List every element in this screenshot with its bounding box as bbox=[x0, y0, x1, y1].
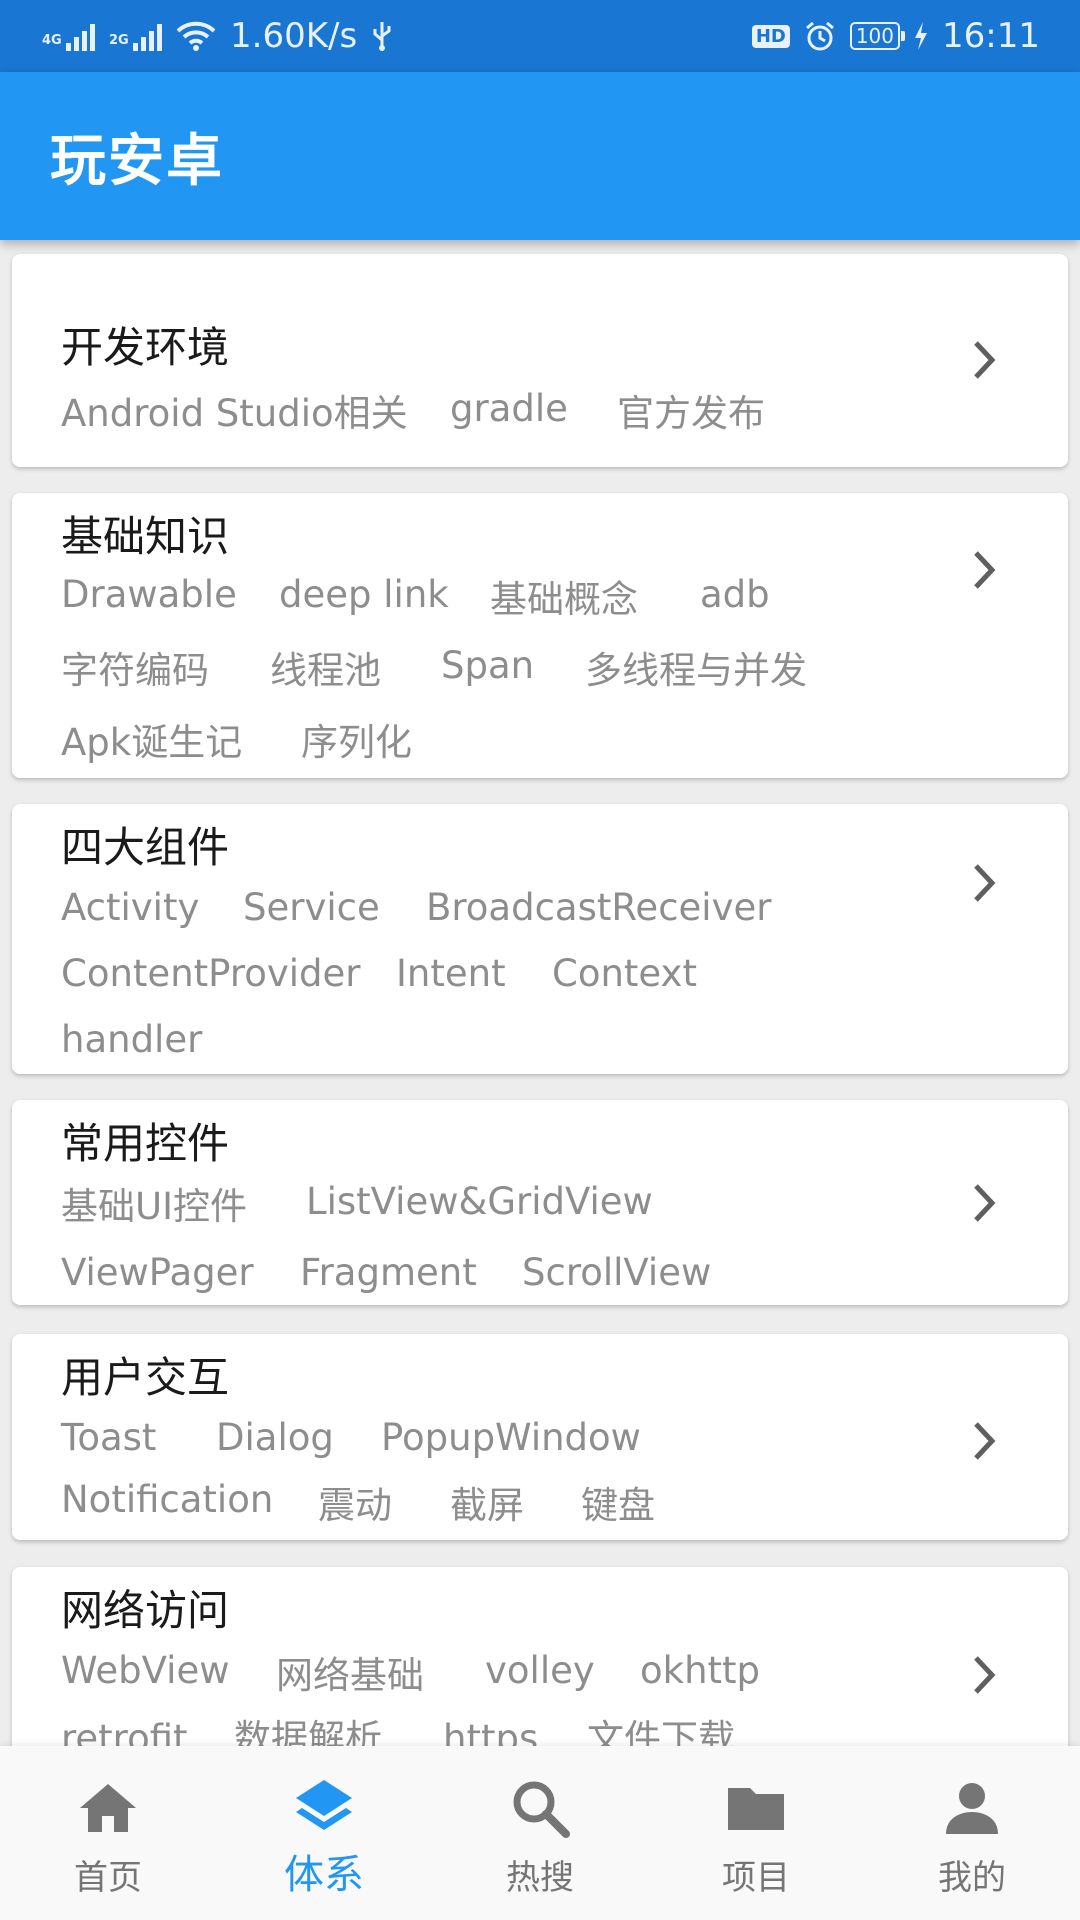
category-tag: ListView&GridView bbox=[306, 1180, 653, 1223]
category-title: 开发环境 bbox=[61, 323, 230, 372]
nav-item-hot-search[interactable]: 热搜 bbox=[432, 1746, 648, 1920]
category-card-widgets[interactable]: 常用控件 基础UI控件 ListView&GridView ViewPager … bbox=[12, 1100, 1068, 1305]
chevron-right-icon bbox=[974, 1656, 996, 1694]
category-tag: gradle bbox=[450, 387, 568, 430]
category-tag: Drawable bbox=[61, 573, 237, 616]
battery-indicator: 100 bbox=[849, 22, 906, 50]
category-tag: 字符编码 bbox=[61, 649, 209, 692]
signal-1-label: 4G bbox=[42, 33, 62, 48]
alarm-icon bbox=[804, 20, 836, 52]
category-tag: Dialog bbox=[216, 1416, 334, 1459]
screen: 4G 2G 1.60K/s HD 100 16:11 玩安卓 开发环境 Andr… bbox=[0, 0, 1080, 1920]
status-right: HD 100 16:11 bbox=[751, 16, 1040, 56]
clock-time: 16:11 bbox=[942, 16, 1040, 56]
nav-label: 热搜 bbox=[506, 1858, 574, 1898]
charging-icon bbox=[914, 22, 928, 50]
category-card-network[interactable]: 网络访问 WebView 网络基础 volley okhttp retrofit… bbox=[12, 1567, 1068, 1746]
category-tag: 序列化 bbox=[301, 721, 412, 764]
chevron-right-icon bbox=[974, 551, 996, 589]
nav-label: 首页 bbox=[74, 1858, 142, 1898]
app-bar: 玩安卓 bbox=[0, 72, 1080, 240]
category-card-basics[interactable]: 基础知识 Drawable deep link 基础概念 adb 字符编码 线程… bbox=[12, 493, 1068, 778]
category-tag: 基础UI控件 bbox=[61, 1185, 247, 1228]
category-title: 四大组件 bbox=[61, 823, 230, 872]
category-list[interactable]: 开发环境 Android Studio相关 gradle 官方发布 基础知识 D… bbox=[0, 240, 1080, 1746]
network-speed: 1.60K/s bbox=[230, 16, 358, 56]
nav-label: 项目 bbox=[722, 1858, 790, 1898]
category-tag: okhttp bbox=[640, 1649, 761, 1692]
category-tag: https bbox=[443, 1717, 539, 1746]
nav-item-home[interactable]: 首页 bbox=[0, 1746, 216, 1920]
search-icon bbox=[513, 1781, 570, 1838]
category-tag: handler bbox=[61, 1018, 203, 1061]
chevron-right-icon bbox=[974, 1422, 996, 1460]
category-tag: PopupWindow bbox=[381, 1416, 641, 1459]
category-tag: Service bbox=[243, 886, 380, 929]
bottom-navigation: 首页 体系 热搜 项目 我的 bbox=[0, 1746, 1080, 1920]
category-tag: Intent bbox=[396, 952, 506, 995]
category-tag: Apk诞生记 bbox=[61, 721, 243, 764]
signal-4g-icon: 4G bbox=[42, 21, 95, 51]
signal-2g-icon: 2G bbox=[109, 21, 162, 51]
category-tag: 网络基础 bbox=[276, 1654, 424, 1697]
category-tag: ScrollView bbox=[522, 1251, 712, 1294]
category-tag: adb bbox=[700, 573, 770, 616]
nav-item-mine[interactable]: 我的 bbox=[864, 1746, 1080, 1920]
home-icon bbox=[80, 1784, 136, 1832]
category-tag: 震动 bbox=[318, 1484, 392, 1527]
wifi-icon bbox=[176, 20, 216, 52]
category-tag: deep link bbox=[279, 573, 449, 616]
category-tag: 多线程与并发 bbox=[585, 649, 807, 692]
usb-icon bbox=[371, 20, 393, 52]
nav-item-system[interactable]: 体系 bbox=[216, 1746, 432, 1920]
signal-2-label: 2G bbox=[109, 33, 129, 48]
category-tag: Span bbox=[441, 644, 535, 687]
nav-item-projects[interactable]: 项目 bbox=[648, 1746, 864, 1920]
status-left: 4G 2G 1.60K/s bbox=[42, 16, 393, 56]
category-card-dev-env[interactable]: 开发环境 Android Studio相关 gradle 官方发布 bbox=[12, 254, 1068, 467]
hd-badge: HD bbox=[751, 24, 790, 48]
chevron-right-icon bbox=[974, 341, 996, 379]
category-tag: Android Studio相关 bbox=[61, 392, 408, 435]
status-bar: 4G 2G 1.60K/s HD 100 16:11 bbox=[0, 0, 1080, 72]
category-tag: WebView bbox=[61, 1649, 230, 1692]
layers-icon bbox=[296, 1780, 352, 1830]
category-tag: 官方发布 bbox=[617, 392, 765, 435]
chevron-right-icon bbox=[974, 864, 996, 902]
nav-label: 我的 bbox=[938, 1858, 1006, 1898]
category-tag: 基础概念 bbox=[490, 578, 638, 621]
category-card-interaction[interactable]: 用户交互 Toast Dialog PopupWindow Notificati… bbox=[12, 1334, 1068, 1540]
chevron-right-icon bbox=[974, 1184, 996, 1222]
category-tag: Fragment bbox=[300, 1251, 477, 1294]
category-tag: Context bbox=[552, 952, 697, 995]
person-icon bbox=[946, 1783, 998, 1834]
app-title: 玩安卓 bbox=[50, 128, 224, 194]
category-tag: 截屏 bbox=[450, 1484, 524, 1527]
nav-label: 体系 bbox=[284, 1852, 364, 1898]
category-tag: Activity bbox=[61, 886, 200, 929]
category-tag: 数据解析 bbox=[234, 1717, 382, 1746]
folder-icon bbox=[728, 1788, 784, 1830]
category-tag: retrofit bbox=[61, 1717, 188, 1746]
category-tag: ContentProvider bbox=[61, 952, 361, 995]
category-tag: ViewPager bbox=[61, 1251, 254, 1294]
category-tag: Notification bbox=[61, 1478, 274, 1521]
category-title: 用户交互 bbox=[61, 1353, 230, 1402]
category-tag: Toast bbox=[61, 1416, 157, 1459]
category-tag: volley bbox=[485, 1649, 595, 1692]
category-tag: 线程池 bbox=[270, 649, 381, 692]
category-tag: 键盘 bbox=[581, 1484, 655, 1527]
category-title: 网络访问 bbox=[61, 1586, 230, 1635]
category-title: 基础知识 bbox=[61, 512, 230, 561]
category-tag: BroadcastReceiver bbox=[426, 886, 772, 929]
category-tag: 文件下载 bbox=[587, 1717, 735, 1746]
category-title: 常用控件 bbox=[61, 1119, 230, 1168]
category-card-components[interactable]: 四大组件 Activity Service BroadcastReceiver … bbox=[12, 804, 1068, 1074]
